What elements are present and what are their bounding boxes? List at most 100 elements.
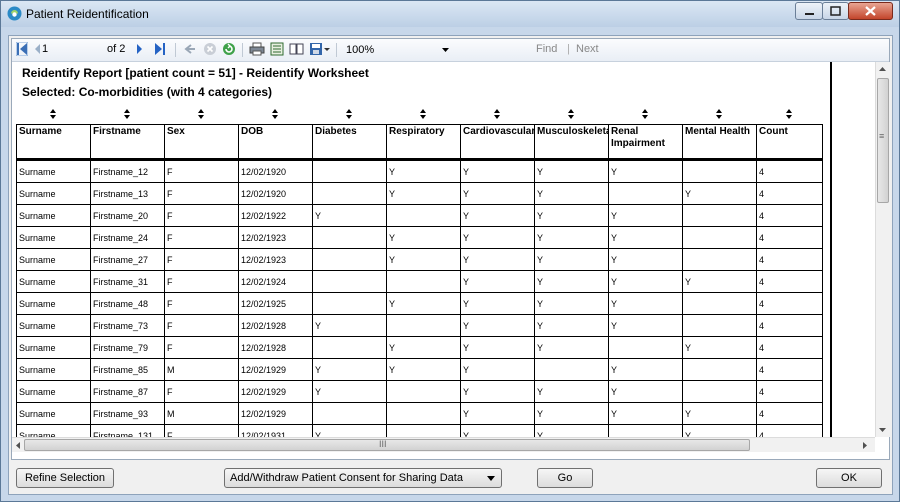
first-page-icon[interactable]	[16, 42, 28, 56]
table-cell: Y	[534, 380, 609, 403]
table-cell: 4	[756, 336, 823, 359]
export-icon[interactable]	[309, 42, 331, 56]
toolbar-separator	[175, 43, 176, 57]
table-cell	[312, 182, 387, 205]
minimize-button[interactable]	[795, 2, 823, 20]
reidentify-table: Surname Firstname Sex DOB Diabetes Respirator…	[16, 124, 823, 437]
table-cell: Y	[534, 204, 609, 227]
column-header-respiratory[interactable]: Respiratory	[386, 124, 461, 161]
table-cell: F	[164, 226, 239, 249]
page-setup-icon[interactable]	[289, 42, 305, 56]
consent-dropdown[interactable]: Add/Withdraw Patient Consent for Sharing…	[224, 468, 502, 488]
go-button[interactable]: Go	[537, 468, 593, 488]
table-cell: F	[164, 336, 239, 359]
next-page-icon[interactable]	[136, 42, 144, 56]
last-page-icon[interactable]	[154, 42, 166, 56]
grip-icon: III	[379, 439, 387, 449]
close-button[interactable]	[848, 2, 893, 20]
sort-icon[interactable]	[344, 108, 354, 120]
table-cell	[386, 424, 461, 437]
table-cell: Y	[608, 292, 683, 315]
column-header-sex[interactable]: Sex	[164, 124, 239, 161]
table-cell: Y	[460, 248, 535, 271]
table-cell: Y	[386, 182, 461, 205]
column-header-mental-health[interactable]: Mental Health	[682, 124, 757, 161]
print-layout-icon[interactable]	[270, 42, 284, 56]
table-cell: F	[164, 270, 239, 293]
previous-page-icon[interactable]	[33, 42, 41, 56]
table-cell: Firstname_48	[90, 292, 165, 315]
table-cell: 4	[756, 270, 823, 293]
vertical-scrollbar[interactable]: ≡	[875, 62, 890, 437]
sort-icon[interactable]	[784, 108, 794, 120]
scroll-up-icon[interactable]	[879, 67, 886, 71]
column-header-dob[interactable]: DOB	[238, 124, 313, 161]
horizontal-scroll-thumb[interactable]: III	[24, 439, 750, 451]
sort-icon[interactable]	[418, 108, 428, 120]
column-header-diabetes[interactable]: Diabetes	[312, 124, 387, 161]
page-number-field[interactable]: 1	[42, 41, 82, 57]
close-icon	[865, 6, 876, 16]
refresh-icon[interactable]	[222, 42, 236, 56]
table-cell: Y	[534, 292, 609, 315]
table-cell: Surname	[16, 358, 91, 381]
table-cell	[312, 270, 387, 293]
table-cell	[386, 270, 461, 293]
table-cell: Y	[534, 226, 609, 249]
find-next-link[interactable]: Next	[576, 43, 599, 55]
table-cell	[682, 226, 757, 249]
column-header-renal-impairment[interactable]: Renal Impairment	[608, 124, 683, 161]
grip-icon: ≡	[879, 131, 885, 141]
column-header-cardiovascular[interactable]: Cardiovascular	[460, 124, 535, 161]
sort-icon[interactable]	[48, 108, 58, 120]
table-cell: F	[164, 314, 239, 337]
table-cell: F	[164, 182, 239, 205]
table-cell: 12/02/1922	[238, 204, 313, 227]
scroll-left-icon[interactable]	[16, 442, 20, 449]
table-cell: Y	[460, 270, 535, 293]
sort-icon[interactable]	[492, 108, 502, 120]
zoom-select[interactable]: 100%	[342, 42, 452, 58]
maximize-button[interactable]	[822, 2, 849, 20]
table-cell	[312, 226, 387, 249]
table-cell	[386, 314, 461, 337]
table-cell: Firstname_24	[90, 226, 165, 249]
scroll-down-icon[interactable]	[879, 428, 886, 432]
column-header-count[interactable]: Count	[756, 124, 823, 161]
chevron-down-icon	[487, 476, 495, 481]
table-cell: Surname	[16, 270, 91, 293]
table-cell: 4	[756, 159, 823, 183]
vertical-scroll-thumb[interactable]: ≡	[877, 78, 889, 203]
column-header-musculoskeletal[interactable]: Musculoskeletal	[534, 124, 609, 161]
scroll-right-icon[interactable]	[863, 442, 867, 449]
sort-icon[interactable]	[714, 108, 724, 120]
table-cell: Y	[682, 270, 757, 293]
sort-icon[interactable]	[270, 108, 280, 120]
table-cell: Y	[386, 336, 461, 359]
table-cell: Y	[682, 402, 757, 425]
app-icon	[7, 6, 22, 21]
table-cell	[312, 248, 387, 271]
table-row: Surname Firstname_13 F 12/02/1920 Y Y Y Y 4	[16, 182, 823, 205]
table-cell: Firstname_73	[90, 314, 165, 337]
print-icon[interactable]	[249, 42, 265, 56]
table-cell: M	[164, 402, 239, 425]
find-link[interactable]: Find	[536, 43, 557, 55]
ok-button[interactable]: OK	[816, 468, 882, 488]
find-separator: |	[567, 43, 570, 55]
dialog-client-area: 1 of 2 100% Find | Next Reidentify Repor…	[8, 35, 893, 495]
table-cell: Y	[460, 182, 535, 205]
table-row: Surname Firstname_87 F 12/02/1929 Y Y Y Y 4	[16, 380, 823, 403]
sort-icon[interactable]	[566, 108, 576, 120]
column-header-firstname[interactable]: Firstname	[90, 124, 165, 161]
horizontal-scrollbar[interactable]: III	[12, 437, 875, 452]
refine-selection-button[interactable]: Refine Selection	[16, 468, 114, 488]
stop-icon[interactable]	[203, 42, 217, 56]
back-icon[interactable]	[183, 42, 197, 56]
sort-icon[interactable]	[196, 108, 206, 120]
table-cell: Surname	[16, 424, 91, 437]
column-header-surname[interactable]: Surname	[16, 124, 91, 161]
sort-row	[16, 106, 830, 122]
sort-icon[interactable]	[122, 108, 132, 120]
sort-icon[interactable]	[640, 108, 650, 120]
